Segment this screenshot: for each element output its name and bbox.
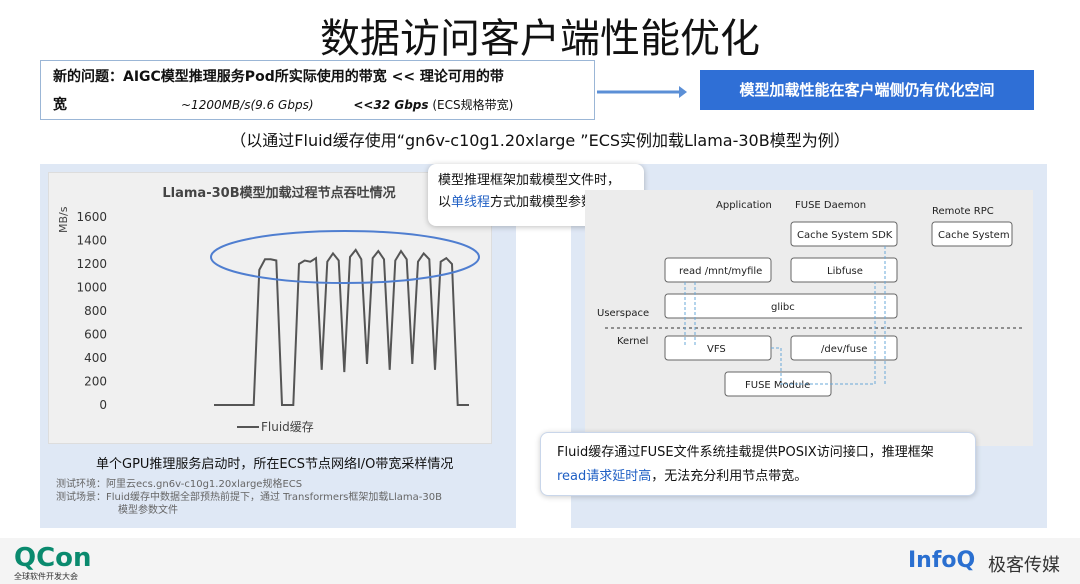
svg-text:VFS: VFS — [707, 344, 726, 355]
y-tick-label: 200 — [84, 375, 107, 389]
y-axis-label: MB/s — [57, 206, 70, 233]
svg-text:Userspace: Userspace — [597, 308, 649, 319]
y-tick-label: 1400 — [76, 234, 107, 248]
y-tick-label: 1000 — [76, 281, 107, 295]
highlight-ellipse — [210, 230, 480, 284]
throughput-chart: Llama-30B模型加载过程节点吞吐情况 MB/s 0 200 400 600 800… — [48, 172, 492, 444]
series-line — [214, 248, 469, 406]
svg-text:read /mnt/myfile: read /mnt/myfile — [679, 266, 762, 277]
chart-svg: Llama-30B模型加载过程节点吞吐情况 MB/s 0 200 400 600 800… — [57, 185, 480, 434]
y-tick-label: 600 — [84, 328, 107, 342]
infoq-logo: InfoQ — [908, 548, 976, 573]
y-tick-label: 800 — [84, 304, 107, 318]
svg-text:/dev/fuse: /dev/fuse — [821, 344, 867, 355]
y-ticks: 0 200 400 600 800 1000 1200 1400 1600 — [76, 210, 107, 412]
chart-caption: 单个GPU推理服务启动时，所在ECS节点网络I/O带宽采样情况 — [96, 457, 454, 472]
qcon-logo: QCon — [14, 543, 92, 573]
y-tick-label: 0 — [99, 398, 107, 412]
svg-text:Libfuse: Libfuse — [827, 266, 863, 277]
chart-title: Llama-30B模型加载过程节点吞吐情况 — [162, 185, 395, 201]
svg-text:Remote RPC: Remote RPC — [932, 206, 994, 217]
svg-text:glibc: glibc — [771, 302, 795, 313]
arrow-right-icon — [597, 86, 687, 98]
subtitle: （以通过Fluid缓存使用“gn6v-c10g1.20xlarge ”ECS实例… — [230, 131, 850, 150]
svg-text:Cache System: Cache System — [938, 230, 1010, 241]
y-tick-label: 1200 — [76, 257, 107, 271]
svg-text:Cache System SDK: Cache System SDK — [797, 230, 893, 241]
callout-fuse-latency: Fluid缓存通过FUSE文件系统挂载提供POSIX访问接口，推理框架 read… — [540, 432, 976, 496]
y-tick-label: 400 — [84, 351, 107, 365]
page-title: 数据访问客户端性能优化 — [320, 16, 760, 62]
svg-text:FUSE Daemon: FUSE Daemon — [795, 200, 866, 211]
test-environment-note: 测试环境：阿里云ecs.gn6v-c10g1.20xlarge规格ECS 测试场… — [56, 479, 442, 516]
legend-label: Fluid缓存 — [261, 420, 314, 434]
svg-text:Application: Application — [716, 200, 772, 211]
jike-logo: 极客传媒 — [988, 555, 1060, 576]
qcon-subtitle: 全球软件开发大会 — [14, 572, 78, 581]
conclusion-box: 模型加载性能在客户端侧仍有优化空间 — [700, 70, 1034, 110]
fuse-architecture-diagram: Application FUSE Daemon Remote RPC Cache… — [585, 190, 1033, 446]
problem-line1: 新的问题：AIGC模型推理服务Pod所实际使用的带宽 << 理论可用的带 — [53, 69, 504, 85]
problem-box: 新的问题：AIGC模型推理服务Pod所实际使用的带宽 << 理论可用的带 宽 ~… — [40, 60, 595, 120]
y-tick-label: 1600 — [76, 210, 107, 224]
svg-text:Kernel: Kernel — [617, 336, 648, 347]
svg-text:FUSE Module: FUSE Module — [745, 380, 810, 391]
